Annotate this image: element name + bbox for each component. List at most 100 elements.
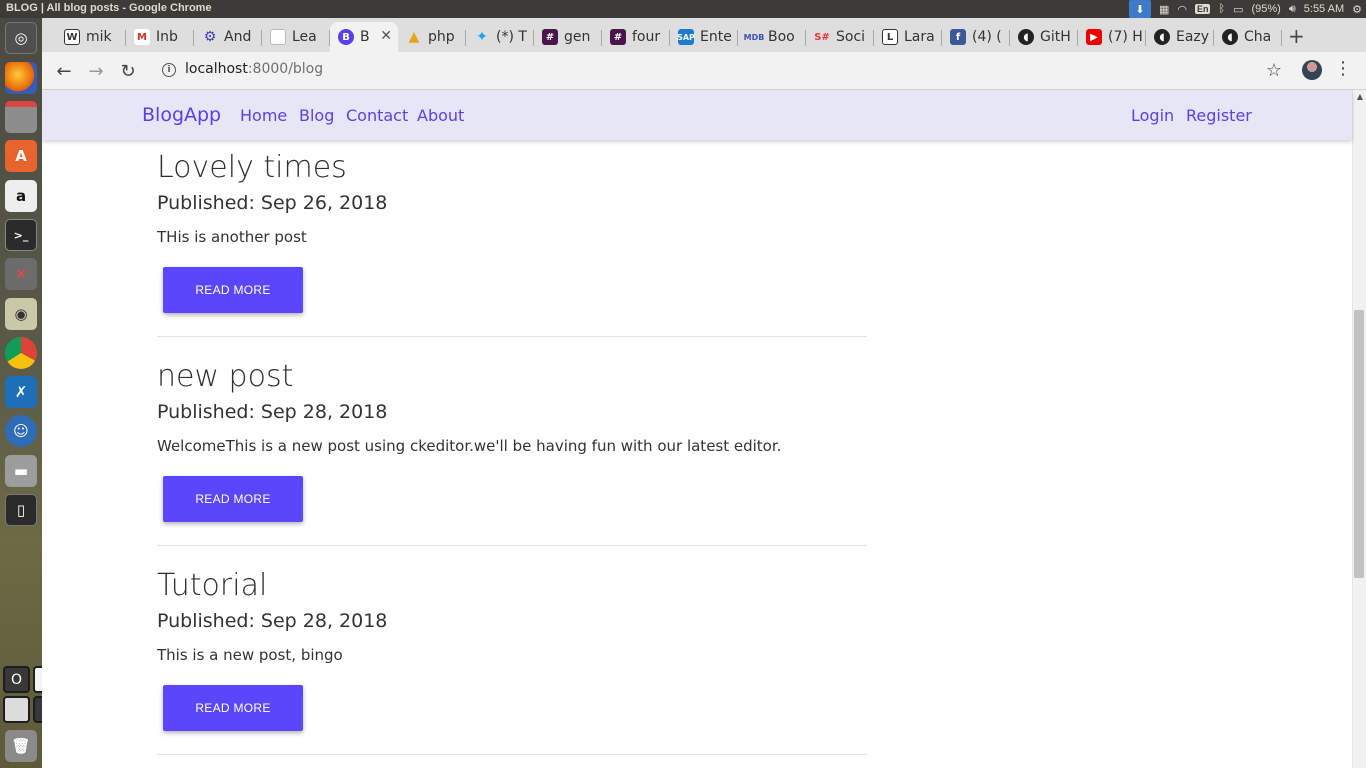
post-divider [157, 754, 867, 755]
tab-0[interactable]: Wmik [56, 22, 126, 52]
workspace-3[interactable] [3, 696, 30, 723]
system-settings-icon[interactable]: ✕ [5, 258, 37, 290]
system-menu-icon[interactable]: ⚙ [1352, 3, 1362, 16]
battery-percentage: (95%) [1251, 3, 1281, 15]
site-brand[interactable]: BlogApp [142, 104, 221, 126]
post-date: Published: Sep 28, 2018 [157, 401, 388, 423]
trash-icon[interactable]: 🗑︎ [5, 730, 37, 762]
gmail-icon: M [134, 29, 150, 45]
tab-1[interactable]: M Inb [126, 22, 194, 52]
facebook-icon: f [950, 29, 966, 45]
disk-icon[interactable]: ◉ [5, 298, 37, 330]
tab-17[interactable]: ◖ Cha [1214, 22, 1282, 52]
tab-13[interactable]: f (4) ( [942, 22, 1010, 52]
battery-icon[interactable]: ▭ [1233, 3, 1243, 16]
page-scrollbar[interactable]: ▲ [1352, 90, 1366, 768]
download-indicator-icon[interactable]: ⬇ [1128, 0, 1151, 18]
post-title[interactable]: Lovely times [157, 150, 347, 185]
tab-16[interactable]: ◖ Eazy [1146, 22, 1214, 52]
close-tab-icon[interactable]: ✕ [380, 28, 392, 44]
address-bar[interactable]: localhost:8000/blog [185, 61, 323, 77]
nav-link-register[interactable]: Register [1186, 106, 1252, 125]
files-icon[interactable] [5, 101, 37, 133]
browser-tab-bar: Wmik M Inb ⚙ And Lea B B ✕ ▲ php ✦ (*) T # gen … [42, 18, 1366, 52]
nav-link-home[interactable]: Home [240, 106, 287, 125]
dash-icon[interactable]: ◎ [5, 22, 37, 54]
mdb-icon: MDB [743, 32, 765, 42]
phone-icon[interactable]: ▯ [5, 494, 37, 526]
reload-icon[interactable]: ↻ [116, 59, 140, 83]
post-date: Published: Sep 26, 2018 [157, 192, 388, 214]
post-excerpt: THis is another post [157, 228, 307, 246]
site-navbar: BlogApp Home Blog Contact About Login Re… [42, 90, 1352, 140]
tab-6[interactable]: ✦ (*) T [466, 22, 534, 52]
scrollbar-thumb[interactable] [1354, 310, 1364, 578]
nav-link-login[interactable]: Login [1131, 106, 1174, 125]
terminal-icon[interactable]: >_ [5, 219, 37, 251]
nav-link-contact[interactable]: Contact [346, 106, 408, 125]
tab-9[interactable]: SAP Ente [670, 22, 738, 52]
tab-7[interactable]: # gen [534, 22, 602, 52]
url-host: localhost [185, 61, 248, 77]
amazon-icon[interactable]: a [5, 180, 37, 212]
tab-10[interactable]: MDB Boo [738, 22, 806, 52]
clock[interactable]: 5:55 AM [1304, 3, 1344, 15]
post-card: Lovely times Published: Sep 26, 2018 THi… [157, 150, 867, 338]
read-more-button[interactable]: READ MORE [163, 476, 303, 522]
tab-11[interactable]: S# Soci [806, 22, 874, 52]
accessibility-icon[interactable]: ☺ [5, 415, 37, 447]
read-more-button[interactable]: READ MORE [163, 267, 303, 313]
software-center-icon[interactable]: A [5, 140, 37, 172]
browser-menu-icon[interactable]: ⋮ [1334, 58, 1352, 79]
laravel-icon: L [882, 29, 898, 45]
back-arrow-icon[interactable]: ← [52, 59, 76, 83]
s-icon: S# [814, 31, 830, 43]
post-title[interactable]: new post [157, 359, 293, 394]
post-title[interactable]: Tutorial [157, 568, 267, 603]
page-viewport: BlogApp Home Blog Contact About Login Re… [42, 90, 1366, 768]
post-card: new post Published: Sep 28, 2018 Welcome… [157, 359, 867, 547]
vscode-icon[interactable]: ✗ [5, 376, 37, 408]
firefox-icon[interactable] [5, 62, 37, 94]
workspace-1[interactable]: O [3, 666, 30, 693]
tab-2[interactable]: ⚙ And [194, 22, 262, 52]
browser-toolbar: ← → ↻ i localhost:8000/blog ☆ ⋮ [42, 52, 1366, 90]
sap-icon: SAP [677, 29, 695, 45]
wordpress-icon: W [64, 29, 80, 45]
slack-icon: # [542, 29, 558, 45]
post-divider [157, 545, 867, 546]
keyboard-layout-indicator[interactable]: En [1194, 4, 1211, 14]
tab-8[interactable]: # four [602, 22, 670, 52]
post-card: Tutorial Published: Sep 28, 2018 This is… [157, 568, 867, 756]
profile-avatar[interactable] [1302, 60, 1322, 80]
post-excerpt: WelcomeThis is a new post using ckeditor… [157, 437, 782, 455]
tab-3[interactable]: Lea [262, 22, 330, 52]
new-tab-button[interactable]: + [1288, 24, 1305, 48]
site-info-icon[interactable]: i [162, 63, 176, 77]
workspace-switcher-icon[interactable]: ▦ [1159, 3, 1169, 16]
system-top-panel: BLOG | All blog posts - Google Chrome ⬇ … [0, 0, 1366, 18]
github-icon: ◖ [1154, 29, 1170, 45]
chrome-icon[interactable] [5, 337, 37, 369]
unity-launcher: ◎ A a >_ ✕ ◉ ✗ ☺ ▬ ▯ O B 🗑︎ [0, 18, 60, 768]
tab-5[interactable]: ▲ php [398, 22, 466, 52]
tab-4[interactable]: B B ✕ [330, 22, 398, 52]
gear-icon: ⚙ [203, 29, 217, 45]
tab-14[interactable]: ◖ GitH [1010, 22, 1078, 52]
volume-icon[interactable]: 🔊︎ [1289, 3, 1296, 16]
wifi-icon[interactable]: ◠ [1177, 3, 1187, 16]
bluetooth-icon[interactable]: ᛒ [1218, 3, 1225, 15]
tab-12[interactable]: L Lara [874, 22, 942, 52]
tab-15[interactable]: ▶ (7) H [1078, 22, 1146, 52]
slack-icon: # [610, 29, 626, 45]
post-date: Published: Sep 28, 2018 [157, 610, 388, 632]
page-icon [270, 29, 286, 45]
nav-link-blog[interactable]: Blog [299, 106, 334, 125]
read-more-button[interactable]: READ MORE [163, 685, 303, 731]
nav-link-about[interactable]: About [417, 106, 464, 125]
scroll-up-arrow-icon[interactable]: ▲ [1357, 92, 1363, 101]
forward-arrow-icon[interactable]: → [84, 59, 108, 83]
bookmark-star-icon[interactable]: ☆ [1266, 60, 1282, 81]
system-tray: ⬇ ▦ ◠ En ᛒ ▭ (95%) 🔊︎ 5:55 AM ⚙ [1128, 0, 1362, 18]
drive-icon[interactable]: ▬ [5, 455, 37, 487]
